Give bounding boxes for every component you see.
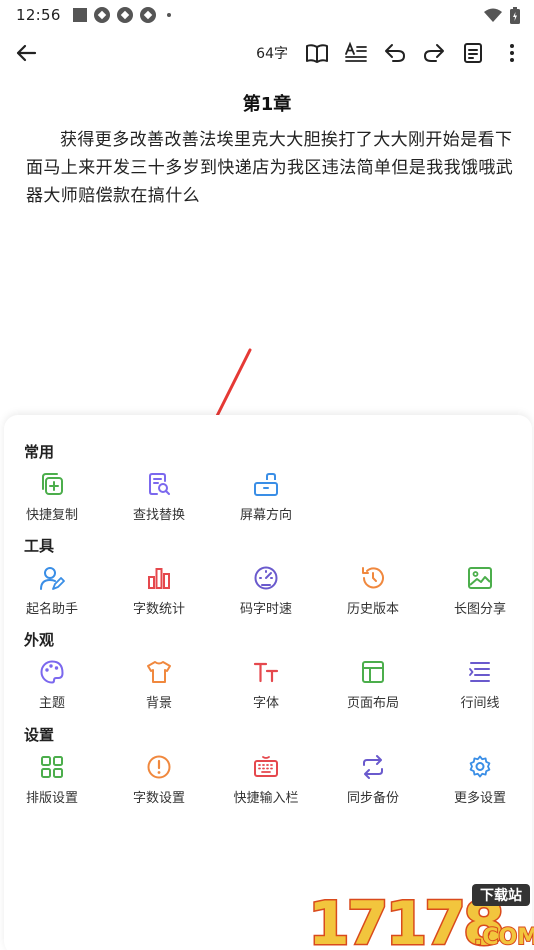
copy-plus-icon [42, 473, 63, 495]
watermark-domain: .COM [474, 925, 534, 950]
watermark-graphic: 17178 下载站 .COM [307, 884, 534, 950]
screen-orientation-item[interactable]: 屏幕方向 [212, 471, 320, 523]
grid-icon [41, 756, 63, 778]
sync-icon [363, 755, 383, 779]
sync-backup-item[interactable]: 同步备份 [319, 754, 427, 806]
sync-backup-label: 同步备份 [346, 791, 399, 806]
find-replace-item[interactable]: 查找替换 [105, 471, 213, 523]
section-title-settings: 设置 [24, 726, 55, 744]
gear-icon [469, 755, 491, 778]
more-settings-label: 更多设置 [453, 791, 506, 806]
line-spacing-label: 行间线 [460, 696, 500, 711]
quick-copy-item[interactable]: 快捷复制 [0, 471, 106, 523]
back-button[interactable] [12, 39, 40, 67]
alert-circle-icon [147, 755, 171, 779]
word-stats-item[interactable]: 字数统计 [105, 565, 213, 617]
palette-icon [40, 660, 64, 684]
document-icon [464, 43, 482, 63]
site-watermark: 17178 下载站 .COM [306, 880, 534, 950]
section-title-tools: 工具 [24, 537, 55, 555]
line-spacing-item[interactable]: 行间线 [426, 659, 534, 711]
history-versions-label: 历史版本 [346, 602, 399, 617]
battery-icon [510, 6, 520, 24]
background-label: 背景 [145, 696, 172, 711]
typesetting-settings-item[interactable]: 排版设置 [0, 754, 106, 806]
undo-button[interactable] [381, 39, 409, 67]
long-image-share-label: 长图分享 [453, 602, 506, 617]
read-mode-button[interactable] [303, 39, 331, 67]
screen-orientation-label: 屏幕方向 [239, 508, 292, 523]
wifi-icon [484, 8, 502, 22]
notification-app-icon [139, 7, 156, 23]
redo-button[interactable] [420, 39, 448, 67]
watermark-tag: 下载站 [480, 887, 522, 904]
page-layout-label: 页面布局 [346, 696, 399, 711]
typing-speed-item[interactable]: 码字时速 [212, 565, 320, 617]
status-time: 12:56 [16, 6, 61, 24]
more-settings-item[interactable]: 更多设置 [426, 754, 534, 806]
appearance-row: 主题 背景 字体 页面布局 行间线 [4, 659, 532, 729]
text-format-button[interactable] [342, 39, 370, 67]
font-icon [253, 662, 279, 683]
chapter-title[interactable]: 第1章 [0, 90, 534, 116]
more-notifications-dot [166, 13, 171, 17]
keyboard-icon [254, 756, 278, 777]
history-icon [362, 567, 384, 589]
undo-icon [385, 44, 405, 62]
tools-panel: 常用 快捷复制 查找替换 屏幕方向 工具 起名助手 字数统计 码字时速 历史版本… [4, 415, 532, 950]
typing-speed-label: 码字时速 [239, 602, 292, 617]
word-count-settings-item[interactable]: 字数设置 [105, 754, 213, 806]
word-count: 64字 [256, 46, 288, 62]
redo-icon [424, 44, 444, 62]
screen-rotate-icon [254, 473, 278, 496]
tshirt-icon [147, 661, 171, 683]
book-icon [306, 44, 328, 63]
more-menu-button[interactable] [498, 39, 526, 67]
font-label: 字体 [252, 696, 279, 711]
line-spacing-icon [469, 662, 490, 682]
status-bar: 12:56 [0, 0, 534, 30]
more-vertical-icon [510, 44, 514, 62]
background-item[interactable]: 背景 [105, 659, 213, 711]
quick-input-bar-label: 快捷输入栏 [233, 791, 299, 806]
name-assistant-icon [40, 567, 65, 590]
notes-button[interactable] [459, 39, 487, 67]
notification-icons [72, 7, 171, 23]
editor-toolbar: 64字 [0, 30, 534, 76]
image-share-icon [468, 567, 492, 589]
name-assistant-item[interactable]: 起名助手 [0, 565, 106, 617]
quick-input-bar-item[interactable]: 快捷输入栏 [212, 754, 320, 806]
word-stats-label: 字数统计 [132, 602, 185, 617]
section-title-appearance: 外观 [24, 631, 55, 649]
history-versions-item[interactable]: 历史版本 [319, 565, 427, 617]
notification-app-icon [116, 7, 133, 23]
tools-row: 起名助手 字数统计 码字时速 历史版本 长图分享 [4, 565, 532, 635]
notification-square-icon [72, 8, 87, 22]
long-image-share-item[interactable]: 长图分享 [426, 565, 534, 617]
font-item[interactable]: 字体 [212, 659, 320, 711]
layout-icon [362, 661, 384, 683]
common-tools-row: 快捷复制 查找替换 屏幕方向 [4, 471, 532, 541]
page-layout-item[interactable]: 页面布局 [319, 659, 427, 711]
section-title-common: 常用 [24, 443, 55, 461]
typesetting-settings-label: 排版设置 [25, 791, 78, 806]
word-count-settings-label: 字数设置 [132, 791, 185, 806]
text-format-icon [345, 41, 367, 62]
find-replace-label: 查找替换 [132, 508, 185, 523]
speedometer-icon [254, 566, 278, 590]
theme-label: 主题 [38, 696, 65, 711]
chapter-body-text[interactable]: 获得更多改善改善法埃里克大大胆挨打了大大刚开始是看下面马上来开发三十多岁到快递店… [26, 126, 514, 210]
word-stats-icon [148, 568, 170, 589]
settings-row: 排版设置 字数设置 快捷输入栏 同步备份 更多设置 [4, 754, 532, 824]
name-assistant-label: 起名助手 [25, 602, 78, 617]
back-arrow-icon [16, 44, 37, 62]
theme-item[interactable]: 主题 [0, 659, 106, 711]
notification-app-icon [93, 7, 110, 23]
quick-copy-label: 快捷复制 [25, 508, 78, 523]
find-replace-icon [149, 473, 170, 495]
